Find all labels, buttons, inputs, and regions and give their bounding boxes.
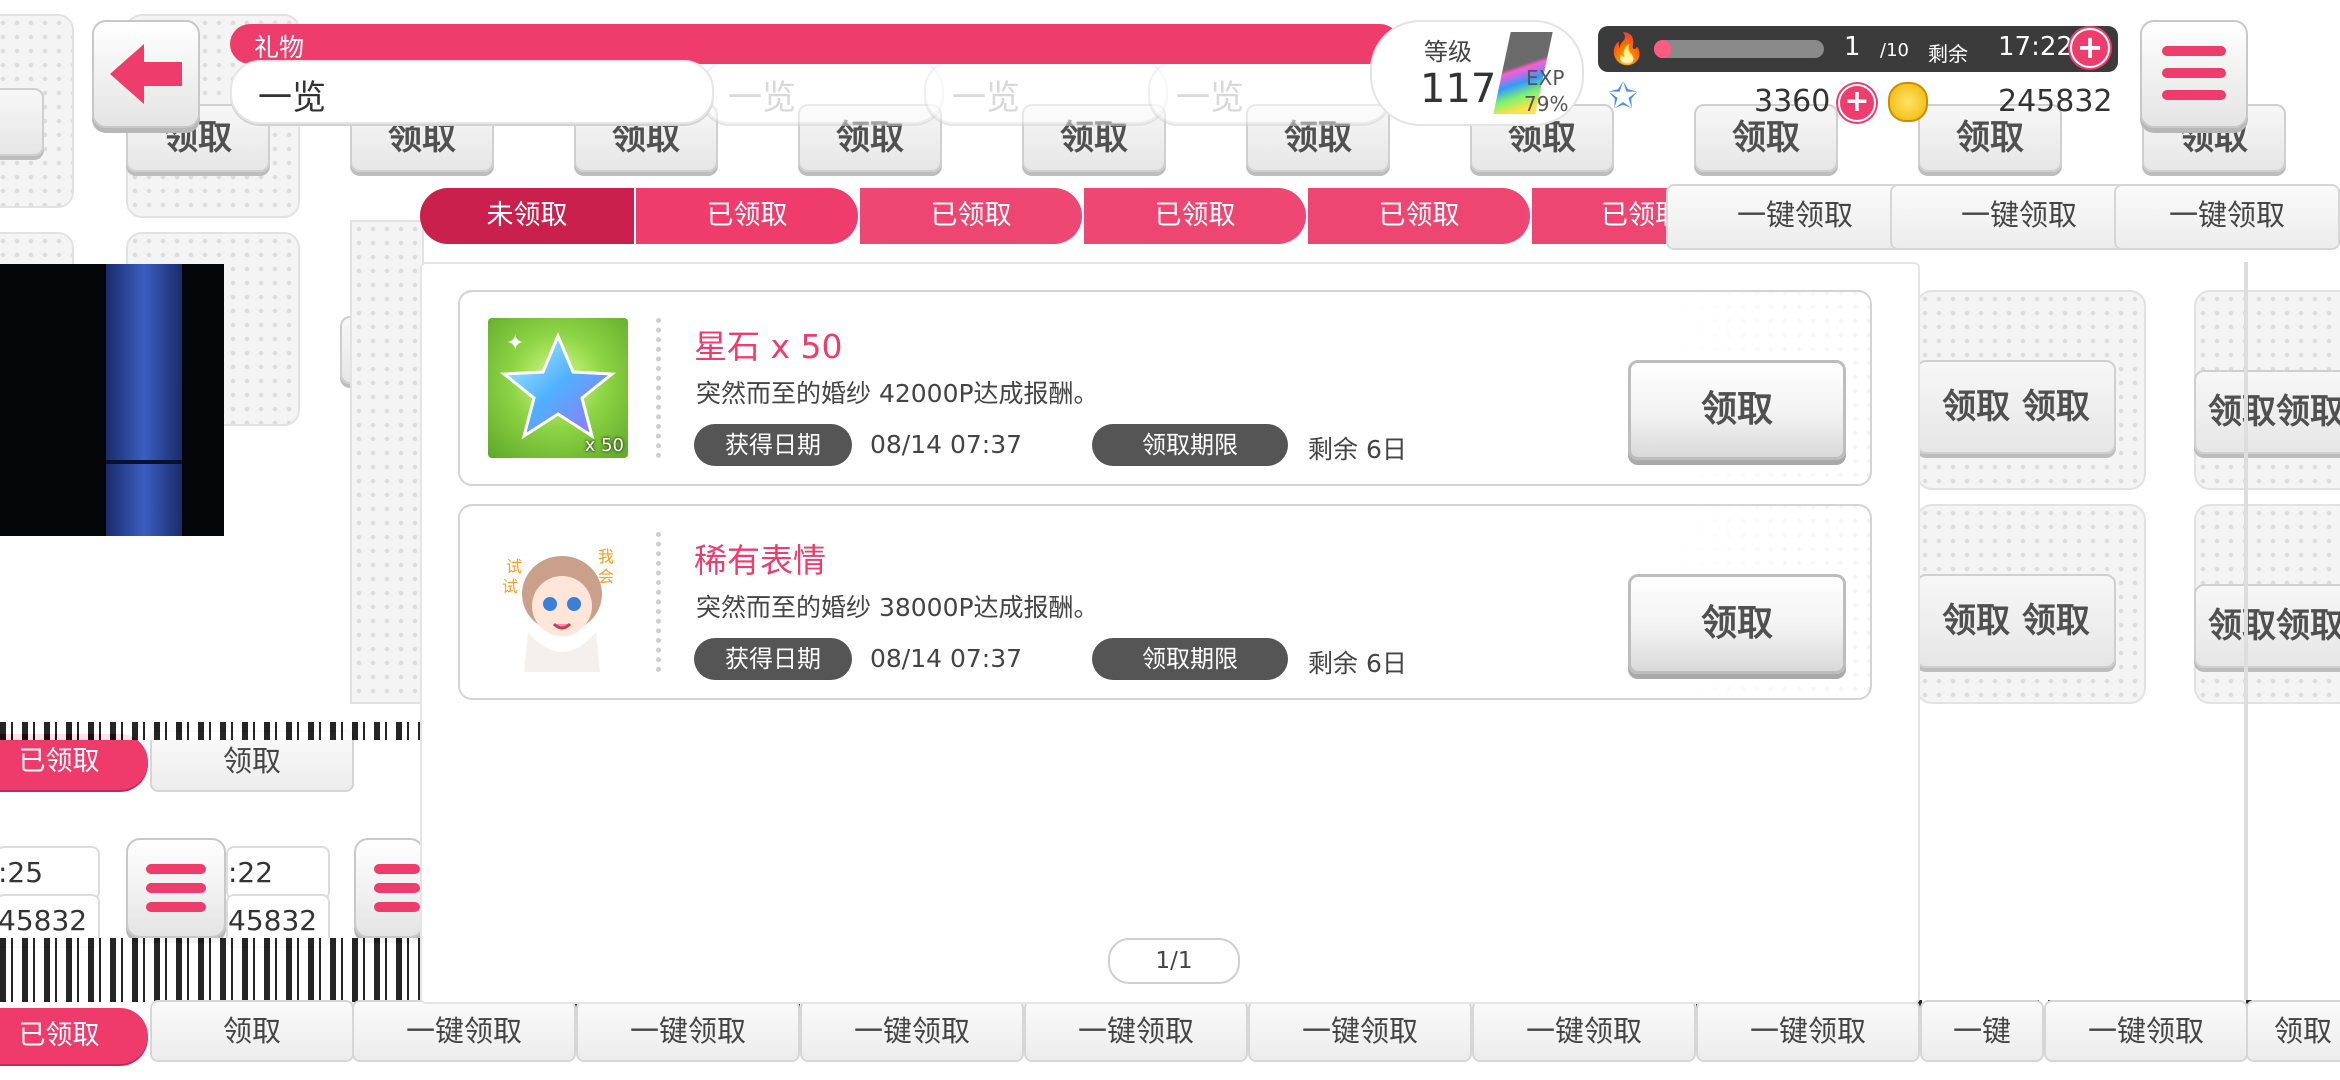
- exp-percent: 79%: [1524, 92, 1569, 116]
- ghost-status: :22: [226, 846, 330, 900]
- gift-list-panel: ✦ x 50 星石 x 50 突然而至的婚纱 42000P达成报酬。 获得日期 …: [420, 262, 1920, 1004]
- flame-icon: 🔥: [1608, 32, 1646, 67]
- ghost-status: :25: [0, 846, 100, 900]
- ghost-tab-claimed: 已领取: [860, 188, 1082, 244]
- star-stone-plus-icon[interactable]: +: [1838, 84, 1876, 122]
- ghost-menu-button: [354, 838, 424, 938]
- deadline-tag: 领取期限: [1092, 424, 1288, 466]
- item-description: 突然而至的婚纱 38000P达成报酬。: [696, 593, 1099, 622]
- obtained-date: 08/14 07:37: [870, 430, 1023, 459]
- ghost-claim-all: 一键领取: [800, 1000, 1024, 1062]
- page-indicator: 1/1: [1108, 938, 1240, 984]
- ghost-subtitle-pill: 一览: [1148, 60, 1392, 124]
- ghost-claim-all: 一键: [1920, 1000, 2044, 1062]
- deadline-tag: 领取期限: [1092, 638, 1288, 680]
- star-stone-count: 3360: [1754, 84, 1831, 119]
- sticker-icon: 试 试 我 会: [488, 532, 628, 672]
- item-description: 突然而至的婚纱 42000P达成报酬。: [696, 379, 1099, 408]
- exp-label: EXP: [1526, 66, 1565, 90]
- divider: [656, 318, 661, 458]
- ghost-subtitle-pill: 一览: [700, 60, 944, 124]
- svg-text:✦: ✦: [506, 331, 524, 356]
- stamina-max: /10: [1880, 40, 1909, 61]
- glitch-noise: [0, 938, 420, 1002]
- remaining-days: 剩余 6日: [1308, 649, 1407, 678]
- menu-icon: [2162, 46, 2226, 56]
- ghost-claim-all: 一键领取: [2044, 1000, 2248, 1062]
- claim-button[interactable]: 领取: [1628, 574, 1846, 674]
- ghost-claim-button: 领取: [150, 1000, 354, 1062]
- star-stone-icon: ✦ x 50: [488, 318, 628, 458]
- remaining-label: 剩余: [1928, 42, 1968, 66]
- ghost-tab-claimed: 已领取: [1084, 188, 1306, 244]
- svg-text:试: 试: [502, 577, 518, 596]
- ghost-claim-all: 一键领取: [352, 1000, 576, 1062]
- ghost-claimed-tab: 已领取: [0, 734, 148, 790]
- stamina-plus-icon[interactable]: +: [2070, 28, 2110, 68]
- ghost-claim-all: 一键领取: [1696, 1000, 1920, 1062]
- glitch-noise: [0, 722, 420, 740]
- svg-text:我: 我: [598, 547, 614, 566]
- ghost-claim-all: 一键领取: [2114, 184, 2340, 250]
- quantity-badge: x 50: [584, 435, 624, 456]
- stamina-current: 1: [1844, 32, 1861, 62]
- ghost-claim-button: 领取 领取: [1916, 360, 2116, 454]
- stamina-bar: 🔥 1 /10 剩余 17:22: [1598, 26, 2118, 72]
- gift-item: 试 试 我 会 稀有表情 突然而至的婚纱 38000P达成报酬。 获得日期 08…: [458, 504, 1872, 700]
- tab-claimed[interactable]: 已领取: [636, 188, 858, 244]
- ghost-menu-button: [126, 838, 226, 938]
- divider: [656, 532, 661, 672]
- claim-all-button[interactable]: 一键领取: [1666, 184, 1924, 250]
- obtained-date-tag: 获得日期: [694, 424, 852, 466]
- ghost-tab-claimed: 已领取: [1308, 188, 1530, 244]
- remaining-days: 剩余 6日: [1308, 435, 1407, 464]
- item-name: 稀有表情: [694, 541, 826, 580]
- ghost-tile: [350, 220, 424, 704]
- coin-icon: [1888, 82, 1928, 122]
- tab-unclaimed[interactable]: 未领取: [420, 188, 634, 244]
- status-panel: 🔥 1 /10 剩余 17:22 + ✩ 3360 + 245832: [1598, 22, 2118, 126]
- claim-button[interactable]: 领取: [1628, 360, 1846, 460]
- obtained-date: 08/14 07:37: [870, 644, 1023, 673]
- svg-text:会: 会: [598, 567, 614, 586]
- recover-time: 17:22: [1998, 32, 2073, 62]
- ghost-claim-all: 一键领取: [1248, 1000, 1472, 1062]
- svg-text:试: 试: [506, 557, 522, 576]
- ghost-claim-button: [0, 88, 44, 156]
- gift-item: ✦ x 50 星石 x 50 突然而至的婚纱 42000P达成报酬。 获得日期 …: [458, 290, 1872, 486]
- ghost-dark-image: [0, 264, 224, 536]
- title-bar: 礼物: [230, 24, 1400, 64]
- level-label: 等级: [1424, 38, 1472, 66]
- back-button[interactable]: [92, 20, 200, 128]
- obtained-date-tag: 获得日期: [694, 638, 852, 680]
- level-indicator: 等级 117 EXP 79%: [1370, 20, 1584, 126]
- item-name: 星石 x 50: [694, 327, 843, 366]
- level-value: 117: [1420, 66, 1497, 112]
- page-title: 礼物: [254, 33, 305, 62]
- ghost-claim-button: 领取: [2246, 1000, 2340, 1062]
- ghost-claim-all: 一键领取: [1472, 1000, 1696, 1062]
- stamina-track: [1654, 40, 1824, 58]
- ghost-claim-all: 一键领取: [576, 1000, 800, 1062]
- subtitle-pill: 一览: [230, 60, 714, 124]
- ghost-claim-all: 一键领取: [1890, 184, 2148, 250]
- ghost-claimed-tab: 已领取: [0, 1008, 148, 1064]
- ghost-claim-button: 领取领取: [2194, 584, 2340, 668]
- back-arrow-icon: [110, 44, 182, 104]
- ghost-claim-button: 领取 领取: [1916, 574, 2116, 668]
- coin-count: 245832: [1998, 84, 2113, 119]
- star-icon: ✩: [1608, 76, 1639, 117]
- stamina-fill: [1654, 40, 1671, 58]
- ghost-claim-button: 领取领取: [2194, 370, 2340, 454]
- menu-button[interactable]: [2140, 20, 2248, 128]
- ghost-claim-all: 一键领取: [1024, 1000, 1248, 1062]
- page-subtitle: 一览: [258, 78, 326, 118]
- ghost-subtitle-pill: 一览: [924, 60, 1168, 124]
